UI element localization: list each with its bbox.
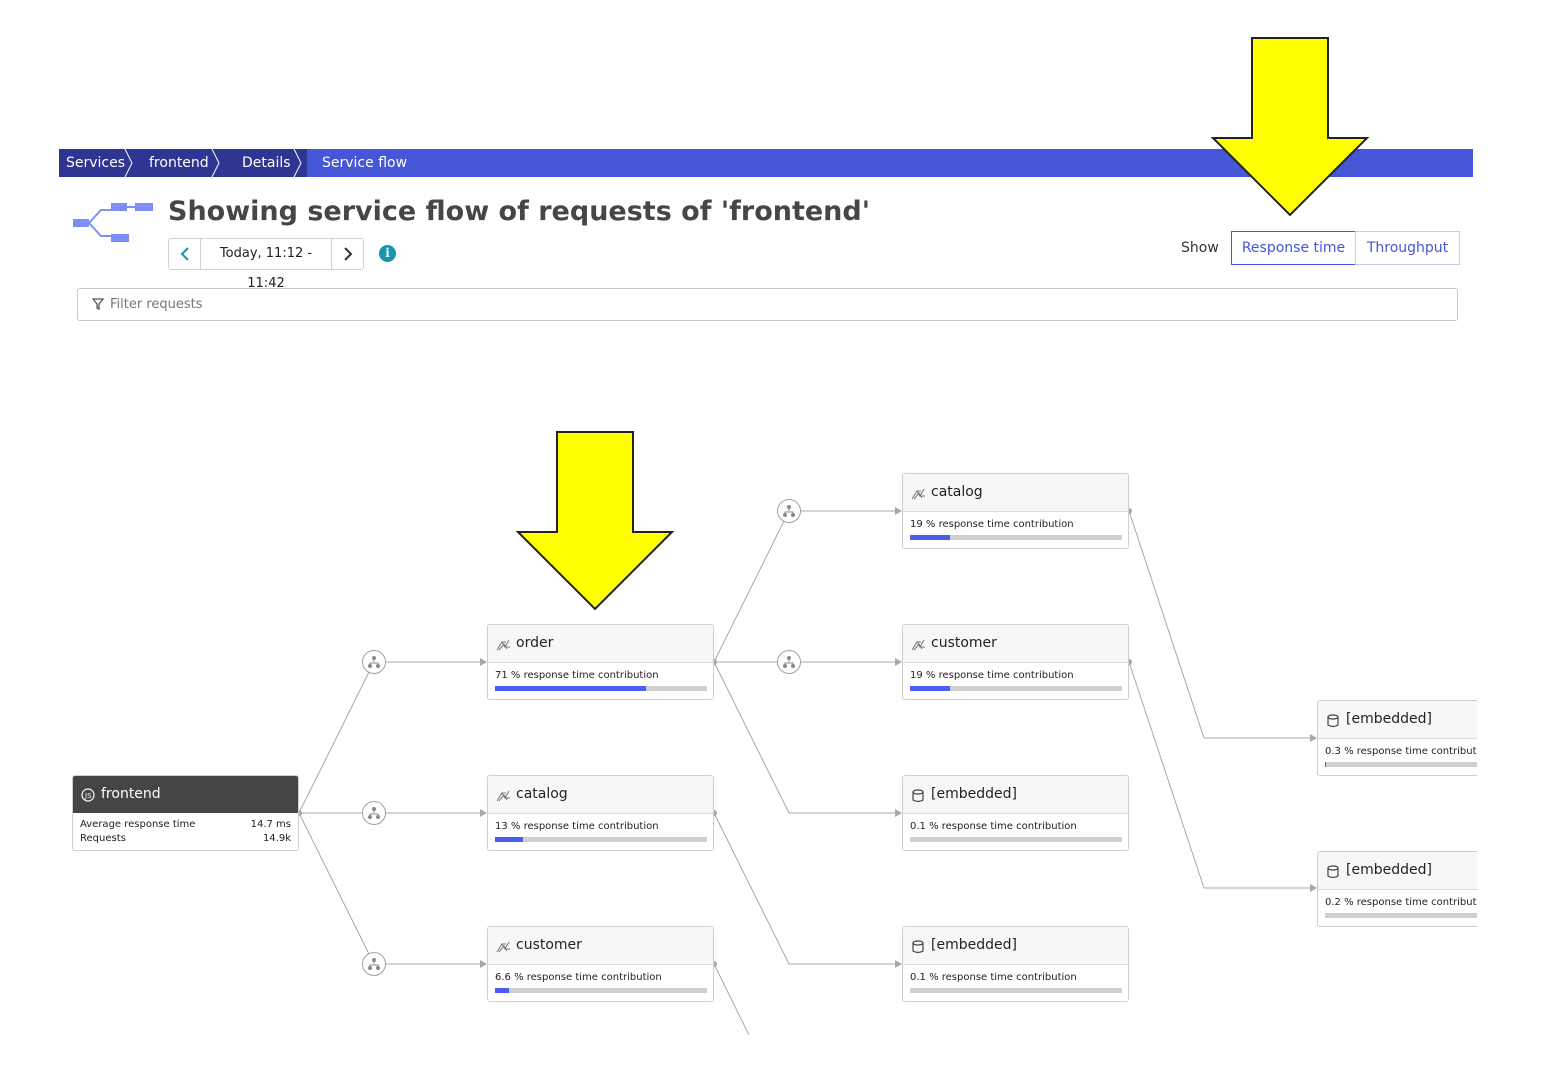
node-embedded[interactable]: [embedded] 0.1 % response time contribut… [902, 926, 1129, 1002]
node-name: order [516, 635, 554, 651]
node-name: [embedded] [1346, 711, 1432, 727]
contribution-text: 19 % response time contribution [910, 670, 1074, 681]
split-glyph [783, 505, 795, 517]
contribution-text: 6.6 % response time contribution [495, 972, 662, 983]
avg-response-value: 14.7 ms [250, 819, 291, 830]
node-frontend[interactable]: JS frontend Average response time 14.7 m… [72, 775, 299, 851]
contribution-text: 13 % response time contribution [495, 821, 659, 832]
node-header: customer [488, 927, 713, 965]
split-icon[interactable] [777, 499, 801, 523]
svg-text:JS: JS [84, 792, 92, 800]
split-icon[interactable] [362, 801, 386, 825]
split-glyph [368, 656, 380, 668]
avg-response-label: Average response time [80, 819, 196, 830]
contribution-bar [495, 988, 707, 993]
contribution-bar-fill [910, 535, 950, 540]
service-icon [496, 788, 510, 802]
split-glyph [368, 807, 380, 819]
database-icon [1326, 713, 1340, 728]
node-header: [embedded] [1318, 701, 1477, 739]
node-header: catalog [488, 776, 713, 814]
service-icon [496, 637, 510, 651]
contribution-bar [1325, 762, 1477, 767]
avg-response-row: Average response time 14.7 ms [80, 819, 291, 830]
split-glyph [368, 958, 380, 970]
node-catalog[interactable]: catalog 13 % response time contribution [487, 775, 714, 851]
node-header: order [488, 625, 713, 663]
node-order[interactable]: order 71 % response time contribution [487, 624, 714, 700]
contribution-text: 0.1 % response time contribution [910, 821, 1077, 832]
annotation-arrow-down [1210, 37, 1370, 217]
node-embedded[interactable]: [embedded] 0.3 % response time contribut [1317, 700, 1477, 776]
database-icon [911, 788, 925, 803]
split-icon[interactable] [362, 650, 386, 674]
node-name: catalog [516, 786, 568, 802]
node-name: [embedded] [1346, 862, 1432, 878]
contribution-bar-fill [495, 837, 523, 842]
service-icon [911, 637, 925, 651]
split-icon[interactable] [362, 952, 386, 976]
node-name: frontend [101, 786, 161, 802]
contribution-bar-fill [910, 686, 950, 691]
requests-value: 14.9k [262, 833, 291, 844]
node-header: [embedded] [903, 927, 1128, 965]
service-icon [911, 486, 925, 500]
node-customer[interactable]: customer 19 % response time contribution [902, 624, 1129, 700]
node-customer[interactable]: customer 6.6 % response time contributio… [487, 926, 714, 1002]
contribution-bar-fill [1325, 762, 1326, 767]
contribution-text: 0.1 % response time contribution [910, 972, 1077, 983]
nodejs-icon: JS [81, 788, 95, 802]
node-header: [embedded] [1318, 852, 1477, 890]
node-header: customer [903, 625, 1128, 663]
contribution-text: 71 % response time contribution [495, 670, 659, 681]
contribution-bar [910, 686, 1122, 691]
service-icon [496, 939, 510, 953]
node-name: catalog [931, 484, 983, 500]
contribution-bar-fill [495, 686, 646, 691]
contribution-bar [495, 837, 707, 842]
contribution-bar-fill [495, 988, 509, 993]
contribution-text: 0.3 % response time contribut [1325, 746, 1477, 757]
contribution-bar [495, 686, 707, 691]
annotation-arrow-down [515, 431, 675, 611]
contribution-bar [910, 837, 1122, 842]
node-header: [embedded] [903, 776, 1128, 814]
split-glyph [783, 656, 795, 668]
contribution-text: 19 % response time contribution [910, 519, 1074, 530]
node-name: customer [516, 937, 582, 953]
database-icon [911, 939, 925, 954]
contribution-bar [1325, 913, 1477, 918]
node-name: customer [931, 635, 997, 651]
contribution-bar [910, 988, 1122, 993]
node-header: JS frontend [73, 776, 298, 813]
database-icon [1326, 864, 1340, 879]
node-name: [embedded] [931, 786, 1017, 802]
contribution-text: 0.2 % response time contribut [1325, 897, 1477, 908]
contribution-bar [910, 535, 1122, 540]
node-name: [embedded] [931, 937, 1017, 953]
requests-label: Requests [80, 833, 126, 844]
node-catalog[interactable]: catalog 19 % response time contribution [902, 473, 1129, 549]
node-embedded[interactable]: [embedded] 0.1 % response time contribut… [902, 775, 1129, 851]
node-embedded[interactable]: [embedded] 0.2 % response time contribut [1317, 851, 1477, 927]
node-header: catalog [903, 474, 1128, 512]
split-icon[interactable] [777, 650, 801, 674]
requests-row: Requests 14.9k [80, 833, 291, 844]
